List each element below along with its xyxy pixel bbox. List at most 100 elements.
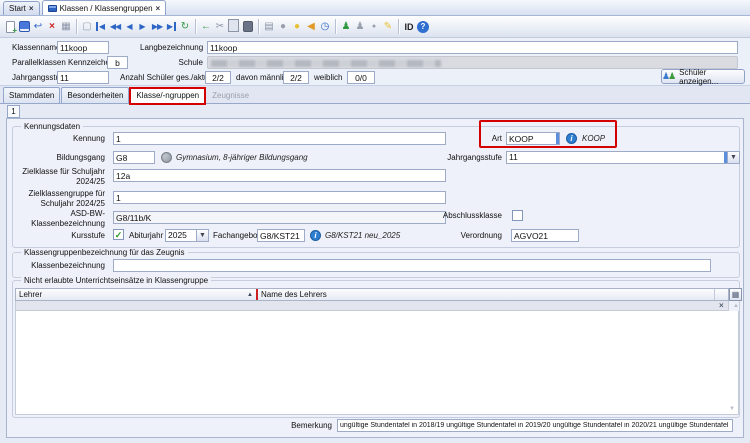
tab-zeugnisse-label: Zeugnisse bbox=[212, 91, 249, 100]
refresh-button[interactable]: ↻ bbox=[178, 18, 192, 36]
nav-last-button[interactable]: ▶ bbox=[165, 18, 178, 36]
help-button[interactable]: ? bbox=[416, 18, 430, 36]
art-input[interactable] bbox=[506, 132, 560, 145]
detail-tabbar: Stammdaten Besonderheiten Klasse/-ngrupp… bbox=[0, 86, 750, 104]
paste-button[interactable] bbox=[241, 18, 255, 36]
einsaetze-table-header: Lehrer ▲ Name des Lehrers bbox=[15, 288, 729, 301]
undo-button[interactable]: ↩ bbox=[31, 18, 45, 36]
verordnung-input[interactable] bbox=[511, 229, 579, 242]
cut-button[interactable]: ✂ bbox=[213, 18, 227, 36]
announce-button[interactable]: ◀ bbox=[304, 18, 318, 36]
maennlich-input[interactable] bbox=[283, 71, 309, 84]
weiblich-input[interactable] bbox=[347, 71, 375, 84]
nav-forward-button[interactable]: ▶ bbox=[136, 18, 149, 36]
tab-stammdaten[interactable]: Stammdaten bbox=[3, 87, 60, 103]
status-button[interactable]: ● bbox=[276, 18, 290, 36]
kursstufe-checkbox[interactable]: ✓ bbox=[113, 229, 124, 240]
small-status-button[interactable]: ● bbox=[367, 18, 381, 36]
delete-icon: × bbox=[49, 21, 55, 32]
history-button[interactable]: ◷ bbox=[318, 18, 332, 36]
fachangebot-label: Fachangebot bbox=[213, 231, 255, 241]
id-button[interactable]: ID bbox=[402, 18, 416, 36]
abschlussklasse-checkbox[interactable] bbox=[512, 210, 523, 221]
anzahl-schueler-input[interactable] bbox=[205, 71, 231, 84]
nav-fast-back-icon: ◀◀ bbox=[110, 22, 120, 31]
langbezeichnung-input[interactable] bbox=[207, 41, 738, 54]
back-arrow-icon: ← bbox=[201, 21, 211, 32]
abiturjahr-label: Abiturjahr bbox=[129, 231, 163, 241]
tab-klassengruppen[interactable]: Klasse/-ngruppen bbox=[130, 87, 205, 103]
users-button[interactable]: ♟ bbox=[353, 18, 367, 36]
bemerkung-input[interactable] bbox=[337, 419, 733, 432]
kennung-input[interactable] bbox=[113, 132, 446, 145]
window-tabbar: Start × Klassen / Klassengruppen × bbox=[0, 0, 750, 16]
status-dot-icon bbox=[161, 152, 172, 163]
people-icon: ♟ bbox=[668, 72, 676, 81]
zielklassengruppe-input[interactable] bbox=[113, 191, 446, 204]
undo-icon: ↩ bbox=[34, 21, 42, 32]
zielklasse-input[interactable] bbox=[113, 169, 446, 182]
module-window-button[interactable]: ▢ bbox=[80, 18, 94, 36]
zielklassengruppe-label: Zielklassengruppe für Schuljahr 2024/25 bbox=[13, 189, 105, 208]
schueler-anzeigen-label: Schüler anzeigen... bbox=[679, 68, 744, 86]
nav-first-button[interactable]: ◀ bbox=[94, 18, 107, 36]
column-header-name[interactable]: Name des Lehrers bbox=[258, 289, 715, 300]
delete-button[interactable]: × bbox=[45, 18, 59, 36]
copy-button[interactable] bbox=[227, 18, 241, 36]
fachangebot-input[interactable] bbox=[257, 229, 305, 242]
tab-besonderheiten-label: Besonderheiten bbox=[67, 91, 123, 100]
scrollbar-up-icon[interactable]: ▲ bbox=[730, 301, 742, 311]
art-label: Art bbox=[442, 134, 502, 144]
tab-klassen[interactable]: Klassen / Klassengruppen × bbox=[42, 0, 167, 15]
chevron-down-icon[interactable]: ▼ bbox=[196, 230, 208, 241]
jahrgangsstufe-dropdown-value: 11 bbox=[507, 152, 727, 163]
small-dot-icon: ● bbox=[372, 23, 376, 30]
klassenbezeichnung-input[interactable] bbox=[113, 259, 711, 272]
add-user-button[interactable]: ♟ bbox=[339, 18, 353, 36]
print-icon: ▤ bbox=[264, 21, 273, 32]
abiturjahr-dropdown[interactable]: 2025 ▼ bbox=[165, 229, 209, 242]
module-window-icon: ▢ bbox=[82, 21, 91, 32]
table-row[interactable] bbox=[15, 301, 729, 311]
hint-button[interactable]: ● bbox=[290, 18, 304, 36]
nav-fast-back-button[interactable]: ◀◀ bbox=[107, 18, 123, 36]
tab-start[interactable]: Start × bbox=[3, 1, 40, 15]
schueler-anzeigen-button[interactable]: ♟♟ Schüler anzeigen... bbox=[661, 69, 745, 84]
column-header-lehrer[interactable]: Lehrer ▲ bbox=[16, 289, 256, 300]
jahrgangsstufe-input[interactable] bbox=[57, 71, 109, 84]
back-button[interactable]: ← bbox=[199, 18, 213, 36]
asd-klassenbezeichnung-input[interactable] bbox=[113, 211, 446, 224]
nav-back-button[interactable]: ◀ bbox=[123, 18, 136, 36]
save-button[interactable] bbox=[17, 18, 31, 36]
chevron-down-icon[interactable]: ▼ bbox=[727, 152, 739, 163]
jahrgangsstufe-detail-label: Jahrgangsstufe bbox=[442, 153, 502, 163]
close-icon[interactable]: × bbox=[29, 4, 34, 13]
jahrgangsstufe-dropdown[interactable]: 11 ▼ bbox=[506, 151, 740, 164]
close-icon[interactable]: × bbox=[156, 4, 161, 13]
nav-back-icon: ◀ bbox=[126, 22, 132, 31]
tab-besonderheiten[interactable]: Besonderheiten bbox=[61, 87, 129, 103]
klassenname-input[interactable] bbox=[57, 41, 109, 54]
nav-fast-forward-button[interactable]: ▶▶ bbox=[149, 18, 165, 36]
tab-stammdaten-label: Stammdaten bbox=[9, 91, 54, 100]
nav-last-icon: ▶ bbox=[167, 22, 176, 31]
user-add-icon: ♟ bbox=[342, 21, 351, 32]
table-edit-button[interactable]: ▦ bbox=[59, 18, 73, 36]
table-corner-icon[interactable]: ▼ bbox=[729, 406, 735, 412]
lehrer-header-label: Lehrer bbox=[19, 290, 42, 299]
group-tab-1[interactable]: 1 bbox=[7, 105, 20, 118]
print-button[interactable]: ▤ bbox=[262, 18, 276, 36]
art-hint: KOOP bbox=[582, 134, 605, 143]
row-delete-icon[interactable]: × bbox=[719, 301, 724, 310]
bemerkung-label: Bemerkung bbox=[240, 421, 332, 430]
new-record-button[interactable]: + bbox=[3, 18, 17, 36]
schule-value-redacted bbox=[207, 56, 738, 69]
toolbar-separator bbox=[398, 19, 399, 34]
bildungsgang-input[interactable] bbox=[113, 151, 155, 164]
weiblich-label: weiblich bbox=[314, 73, 342, 82]
edit-button[interactable]: ✎ bbox=[381, 18, 395, 36]
help-icon: ? bbox=[417, 21, 429, 33]
parallelklassen-input[interactable] bbox=[107, 56, 128, 69]
column-chooser-button[interactable]: ▦ bbox=[729, 288, 742, 301]
lightbulb-icon: ● bbox=[294, 21, 300, 32]
